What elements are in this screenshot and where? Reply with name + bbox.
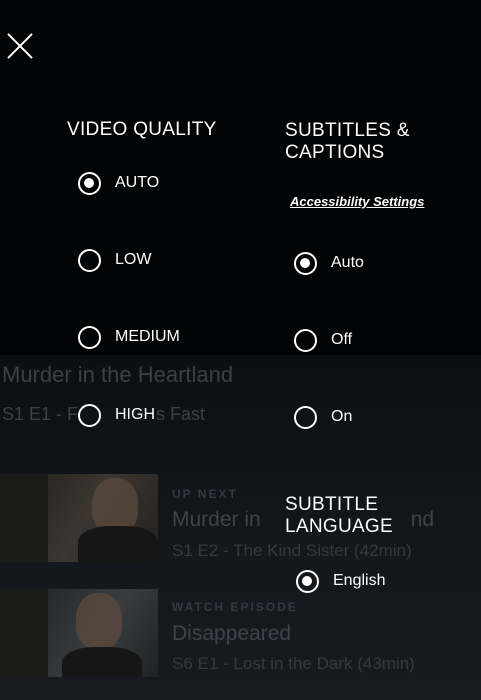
video-quality-option-label: MEDIUM [115,328,180,345]
subtitles-option-label: Off [331,331,353,348]
radio-unselected-icon[interactable] [78,248,101,272]
episode-title-2: Disappeared [172,622,292,645]
episode-kicker-2: WATCH EPISODE [172,600,298,614]
episode-kicker-1: UP NEXT [172,487,238,501]
subtitles-option-label: On [331,408,353,425]
subtitles-option-label: Auto [331,254,364,271]
background-show-subtitle-end: s Fast [156,404,206,424]
video-quality-option-medium[interactable]: MEDIUM [78,323,180,351]
episode-title-1-start: Murder in [172,508,261,531]
subtitle-language-option-english[interactable]: English [296,567,385,595]
subtitle-language-option-label: English [333,572,386,589]
close-icon[interactable] [6,32,34,60]
subtitles-heading-line2: CAPTIONS [285,142,385,163]
episode-meta-1: S1 E2 - The Kind Sister (42min) [172,541,412,560]
subtitles-option-off[interactable]: Off [294,326,352,354]
accessibility-settings-link[interactable]: Accessibility Settings [290,194,424,209]
subtitles-captions-heading: SUBTITLES & CAPTIONS [285,120,410,164]
radio-selected-icon[interactable] [78,171,101,195]
episode-thumbnail-face-2 [76,593,122,649]
subtitles-option-auto[interactable]: Auto [294,249,364,277]
video-quality-option-label: HIGH [115,406,155,423]
radio-unselected-icon[interactable] [78,403,101,427]
video-quality-option-high[interactable]: HIGH [78,401,155,429]
background-top [0,0,481,355]
video-quality-heading: VIDEO QUALITY [67,119,217,140]
radio-selected-icon[interactable] [294,251,317,275]
subtitles-option-on[interactable]: On [294,403,352,431]
video-quality-option-label: AUTO [115,174,160,191]
episode-thumbnail-2 [0,589,158,677]
video-quality-option-auto[interactable]: AUTO [78,169,159,197]
radio-selected-icon[interactable] [296,569,319,593]
episode-meta-2: S6 E1 - Lost in the Dark (43min) [172,654,415,673]
radio-unselected-icon[interactable] [294,328,317,352]
video-quality-option-label: LOW [115,251,152,268]
video-quality-option-low[interactable]: LOW [78,246,151,274]
radio-unselected-icon[interactable] [78,325,101,349]
background-show-title: Murder in the Heartland [2,362,234,387]
subtitle-language-heading-line2: LANGUAGE [285,516,393,537]
radio-unselected-icon[interactable] [294,405,317,429]
subtitle-language-heading-line1: SUBTITLE [285,494,379,515]
background-show-subtitle-start: S1 E1 - F [2,404,79,424]
background-content: Murder in the Heartland S1 E1 - Fs Fast … [0,0,481,700]
subtitle-language-heading: SUBTITLE LANGUAGE [285,494,393,538]
subtitles-heading-line1: SUBTITLES & [285,120,410,141]
episode-title-1-end: nd [410,508,435,531]
episode-thumbnail-1 [0,474,158,562]
